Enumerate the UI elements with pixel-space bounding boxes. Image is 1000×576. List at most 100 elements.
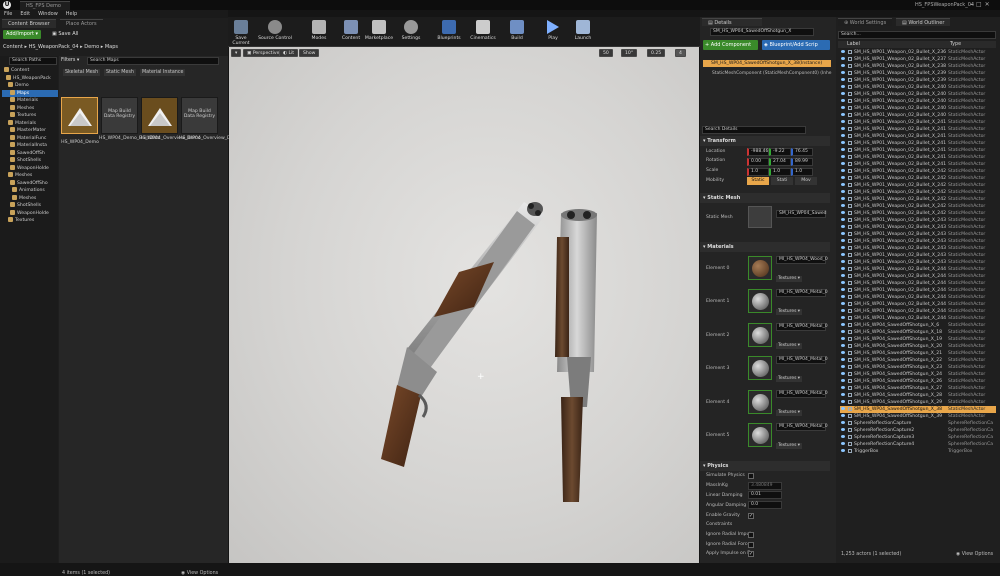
search-paths-input[interactable]: Search Paths (9, 57, 57, 65)
viewport-options-button[interactable]: ▾ (231, 49, 242, 57)
physics-checkbox[interactable]: ✓ (748, 551, 754, 557)
window-controls[interactable]: –□✕ (970, 1, 993, 8)
material-sphere-thumbnail[interactable] (748, 256, 772, 280)
tree-item[interactable]: MaterialFunc (2, 134, 58, 143)
column-type[interactable]: Type (950, 41, 961, 48)
outliner-row[interactable]: SM_HS_WP01_Weapon_02_Bullet_X_238 StaticM… (840, 63, 996, 70)
physics-section[interactable]: ▾ Physics (700, 461, 830, 471)
visibility-eye-icon[interactable] (841, 155, 845, 158)
outliner-row[interactable]: SM_HS_WP01_Weapon_02_Bullet_X_241 StaticM… (840, 147, 996, 154)
physics-checkbox[interactable] (748, 532, 754, 538)
outliner-row[interactable]: SM_HS_WP01_Weapon_02_Bullet_X_236 StaticM… (840, 49, 996, 56)
material-picker[interactable]: MI_HS_WP04_Wood_0 (776, 256, 828, 264)
tab-content-browser[interactable]: Content Browser (2, 19, 56, 28)
visibility-eye-icon[interactable] (841, 99, 845, 102)
material-sphere-thumbnail[interactable] (748, 390, 772, 414)
tree-item[interactable]: Animations (2, 187, 58, 195)
outliner-row[interactable]: SM_HS_WP04_SawedOffShotgun_X_39 StaticMes… (840, 413, 996, 420)
visibility-eye-icon[interactable] (841, 246, 845, 249)
mobility-stationary[interactable]: Stati (771, 177, 793, 185)
content-button[interactable]: Content (338, 20, 364, 41)
outliner-row[interactable]: SM_HS_WP01_Weapon_02_Bullet_X_242 StaticM… (840, 196, 996, 203)
visibility-eye-icon[interactable] (841, 302, 845, 305)
textures-dropdown[interactable]: Textures ▾ (776, 376, 802, 382)
tree-item[interactable]: MaterialInsta (2, 142, 58, 150)
scale-snap-button[interactable]: 0.25 (647, 49, 666, 57)
visibility-eye-icon[interactable] (841, 449, 845, 452)
breadcrumb-maps[interactable]: Maps (105, 44, 118, 50)
visibility-eye-icon[interactable] (841, 428, 845, 431)
scale-x[interactable]: 1.0 (747, 168, 769, 176)
outliner-row[interactable]: SM_HS_WP04_SawedOffShotgun_X_22 StaticMes… (840, 357, 996, 364)
visibility-eye-icon[interactable] (841, 295, 845, 298)
visibility-eye-icon[interactable] (841, 211, 845, 214)
rotation-snap-button[interactable]: 10° (621, 49, 638, 57)
material-picker[interactable]: MI_HS_WP04_Metal_0 (776, 356, 828, 364)
visibility-eye-icon[interactable] (841, 365, 845, 368)
tree-item[interactable]: SawedOffSh (2, 149, 58, 158)
outliner-row[interactable]: SM_HS_WP04_SawedOffShotgun_X_6 StaticMesh… (840, 322, 996, 329)
outliner-row[interactable]: SM_HS_WP01_Weapon_02_Bullet_X_243 StaticM… (840, 224, 996, 231)
breadcrumb-content[interactable]: Content (3, 44, 23, 50)
visibility-eye-icon[interactable] (841, 267, 845, 270)
lit-button[interactable]: ◐ Lit (279, 49, 299, 57)
filter-tab-static[interactable]: Static Mesh (104, 69, 136, 76)
visibility-eye-icon[interactable] (841, 393, 845, 396)
outliner-row[interactable]: SM_HS_WP04_SawedOffShotgun_X_27 StaticMes… (840, 385, 996, 392)
outliner-row[interactable]: SM_HS_WP01_Weapon_02_Bullet_X_244 StaticM… (840, 301, 996, 308)
source-control-button[interactable]: Source Control (258, 20, 292, 41)
play-button[interactable]: Play (540, 20, 566, 41)
visibility-eye-icon[interactable] (841, 120, 845, 123)
outliner-search-input[interactable]: Search... (838, 31, 996, 39)
material-picker[interactable]: MI_HS_WP04_Metal_0 (776, 323, 828, 331)
visibility-eye-icon[interactable] (841, 407, 845, 410)
outliner-row[interactable]: SM_HS_WP01_Weapon_02_Bullet_X_241 StaticM… (840, 140, 996, 147)
visibility-eye-icon[interactable] (841, 71, 845, 74)
viewport[interactable]: ▾ ▣ Perspective ◐ Lit Show 50 10° 0.25 4… (229, 47, 699, 563)
add-import-button[interactable]: Add/Import ▾ (3, 30, 42, 39)
outliner-row[interactable]: SM_HS_WP01_Weapon_02_Bullet_X_239 StaticM… (840, 77, 996, 84)
outliner-row[interactable]: SM_HS_WP01_Weapon_02_Bullet_X_239 StaticM… (840, 70, 996, 77)
tab-place-actors[interactable]: Place Actors (60, 19, 103, 28)
level-tab[interactable]: HS_FPS Demo (20, 1, 70, 10)
outliner-row[interactable]: SM_HS_WP01_Weapon_02_Bullet_X_237 StaticM… (840, 56, 996, 63)
column-label[interactable]: Label (847, 42, 860, 47)
visibility-eye-icon[interactable] (841, 414, 845, 417)
material-sphere-thumbnail[interactable] (748, 323, 772, 347)
tree-item[interactable]: Textures (2, 217, 58, 225)
static-mesh-picker[interactable]: SM_HS_WP04_Sawed (776, 210, 827, 218)
outliner-row[interactable]: SM_HS_WP01_Weapon_02_Bullet_X_244 StaticM… (840, 280, 996, 287)
save-current-button[interactable]: Save Current (228, 20, 254, 46)
shotgun-front-view[interactable] (539, 207, 619, 507)
outliner-row[interactable]: SM_HS_WP01_Weapon_02_Bullet_X_242 StaticM… (840, 175, 996, 182)
visibility-eye-icon[interactable] (841, 330, 845, 333)
asset-tile[interactable]: Map Build Data Registry (181, 97, 218, 134)
scale-y[interactable]: 1.0 (769, 168, 791, 176)
outliner-row[interactable]: SM_HS_WP04_SawedOffShotgun_X_18 StaticMes… (840, 329, 996, 336)
visibility-eye-icon[interactable] (841, 141, 845, 144)
outliner-row[interactable]: SM_HS_WP01_Weapon_02_Bullet_X_243 StaticM… (840, 217, 996, 224)
rotation-y[interactable]: 27.04 (769, 158, 791, 166)
settings-button[interactable]: Settings (398, 20, 424, 41)
visibility-eye-icon[interactable] (841, 78, 845, 81)
marketplace-button[interactable]: Marketplace (364, 20, 394, 41)
visibility-eye-icon[interactable] (841, 386, 845, 389)
filter-tab-material[interactable]: Material Instance (140, 69, 186, 76)
cinematics-button[interactable]: Cinematics (468, 20, 498, 41)
outliner-row[interactable]: SM_HS_WP01_Weapon_02_Bullet_X_244 StaticM… (840, 308, 996, 315)
visibility-eye-icon[interactable] (841, 442, 845, 445)
outliner-row[interactable]: SM_HS_WP01_Weapon_02_Bullet_X_241 StaticM… (840, 154, 996, 161)
visibility-eye-icon[interactable] (841, 358, 845, 361)
visibility-eye-icon[interactable] (841, 232, 845, 235)
mobility-movable[interactable]: Mov (795, 177, 817, 185)
outliner-row[interactable]: SM_HS_WP04_SawedOffShotgun_X_23 StaticMes… (840, 364, 996, 371)
visibility-eye-icon[interactable] (841, 190, 845, 193)
visibility-eye-icon[interactable] (841, 197, 845, 200)
outliner-row[interactable]: SM_HS_WP04_SawedOffShotgun_X_29 StaticMes… (840, 399, 996, 406)
material-sphere-thumbnail[interactable] (748, 289, 772, 313)
tree-item[interactable]: ShotShells (2, 202, 58, 210)
outliner-row[interactable]: SM_HS_WP04_SawedOffShotgun_X_21 StaticMes… (840, 350, 996, 357)
scale-z[interactable]: 1.0 (791, 168, 813, 176)
outliner-row[interactable]: SM_HS_WP01_Weapon_02_Bullet_X_243 StaticM… (840, 231, 996, 238)
tree-item[interactable]: Content (2, 67, 58, 75)
